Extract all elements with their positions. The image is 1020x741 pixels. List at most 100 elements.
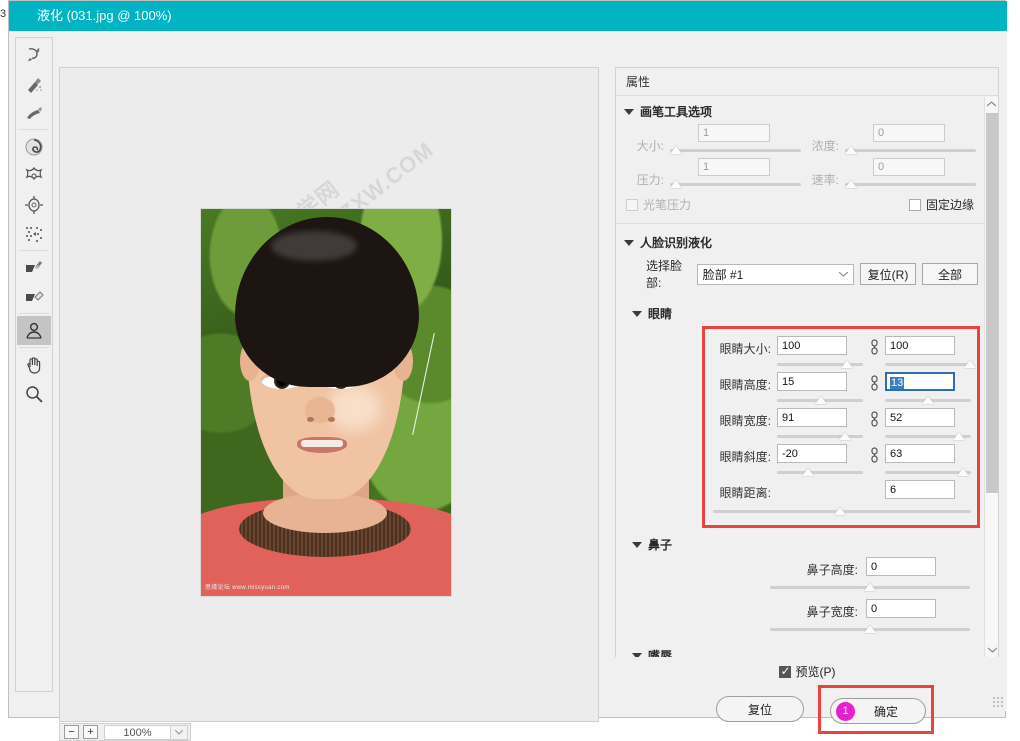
eyes-header[interactable]: 眼睛 [616,299,986,326]
slider-thumb[interactable] [864,583,876,591]
bloat-tool[interactable] [17,190,51,219]
resize-grip[interactable] [992,696,1004,708]
pucker-tool[interactable] [17,161,51,190]
zoom-out-button[interactable]: − [64,725,79,739]
eye-tilt-row: 眼睛斜度: -20 63 [705,444,977,480]
image-canvas[interactable]: 软件自学网 WWW.RJZXW.COM [59,67,599,722]
stylus-pressure-checkbox[interactable]: 光笔压力 [626,196,691,213]
eye-width-left-input[interactable]: 91 [777,408,847,427]
slider-thumb[interactable] [670,180,682,188]
slider-thumb[interactable] [952,432,965,440]
eye-width-link-icon[interactable] [863,408,885,427]
left-nostril [307,417,314,422]
eye-tilt-left-slider[interactable] [777,466,863,478]
brush-rate-input[interactable]: 0 [873,158,945,176]
eye-tilt-link-icon[interactable] [863,444,885,463]
properties-scrollbar[interactable] [984,97,998,657]
zoom-in-button[interactable]: + [83,725,98,739]
eye-size-left-slider[interactable] [777,358,863,370]
brush-size-slider[interactable] [670,144,801,156]
zoom-dropdown-button[interactable] [170,724,188,740]
eye-height-link-icon[interactable] [863,372,885,391]
reset-button[interactable]: 复位 [716,696,804,722]
nose-height-input[interactable]: 0 [866,557,936,576]
eye-tilt-right-slider[interactable] [885,466,971,478]
eye-height-right-value: 13 [890,377,905,389]
nose-width-input[interactable]: 0 [866,599,936,618]
eye-width-left-slider[interactable] [777,430,863,442]
face-all-button[interactable]: 全部 [922,263,978,285]
photo-preview[interactable]: 思缘论坛 www.missyuan.com [201,209,451,596]
eye-tilt-left-input[interactable]: -20 [777,444,847,463]
twirl-clockwise-tool[interactable] [17,132,51,161]
smooth-tool[interactable] [17,98,51,127]
select-face-dropdown[interactable]: 脸部 #1 [696,263,854,285]
zoom-tool[interactable] [17,379,51,408]
nose-header[interactable]: 鼻子 [616,528,986,557]
slider-thumb[interactable] [670,146,682,154]
slider-thumb[interactable] [921,396,934,404]
select-face-row: 选择脸部: 脸部 #1 复位(R) 全部 [616,255,986,299]
brush-rate-slider[interactable] [845,178,976,190]
canvas-background: 软件自学网 WWW.RJZXW.COM [60,68,598,721]
eye-width-right-input[interactable]: 52 [885,408,955,427]
slider-track [670,183,801,186]
slider-thumb[interactable] [957,468,970,476]
face-reset-button[interactable]: 复位(R) [860,263,916,285]
face-tool[interactable] [17,316,51,345]
push-left-tool[interactable] [17,219,51,248]
brush-pressure-input[interactable]: 1 [698,158,770,176]
brush-field-rate: 速率: 0 [801,158,976,192]
ok-button[interactable]: 1 确定 [830,698,926,724]
mouth-header[interactable]: 嘴唇 [616,641,986,657]
hand-tool[interactable] [17,350,51,379]
freeze-mask-tool[interactable] [17,253,51,282]
eye-height-left-input[interactable]: 15 [777,372,847,391]
collar-opening [263,493,387,533]
dialog-body: 软件自学网 WWW.RJZXW.COM [9,31,1007,741]
scroll-up-arrow[interactable] [985,97,998,111]
slider-thumb[interactable] [864,625,876,633]
eye-tilt-right-input[interactable]: 63 [885,444,955,463]
eye-height-right-input[interactable]: 13 [885,372,955,391]
slider-thumb[interactable] [845,180,857,188]
reconstruct-tool[interactable] [17,69,51,98]
slider-thumb[interactable] [838,432,851,440]
nose-height-label: 鼻子高度: [806,563,858,577]
slider-thumb[interactable] [845,146,857,154]
eye-size-left-input[interactable]: 100 [777,336,847,355]
zoom-level-value[interactable]: 100% [104,724,170,740]
slider-thumb[interactable] [964,360,977,368]
eye-distance-input[interactable]: 6 [885,480,955,499]
brush-size-input[interactable]: 1 [698,124,770,142]
brush-density-slider[interactable] [845,144,976,156]
slider-track [845,183,976,186]
face-aware-header[interactable]: 人脸识别液化 [616,228,986,255]
thaw-mask-tool[interactable] [17,282,51,311]
scrollbar-thumb[interactable] [986,113,998,493]
checkbox-box [908,198,921,211]
triangle-down-icon [632,652,642,657]
slider-thumb[interactable] [801,468,814,476]
slider-thumb[interactable] [814,396,827,404]
brush-pressure-slider[interactable] [670,178,801,190]
slider-thumb[interactable] [834,507,847,515]
eye-size-right-slider[interactable] [885,358,977,370]
eye-width-right-slider[interactable] [885,430,971,442]
eye-size-right-input[interactable]: 100 [885,336,955,355]
pin-edges-checkbox[interactable]: 固定边缘 [908,196,974,213]
slider-thumb[interactable] [840,360,853,368]
pin-edges-label: 固定边缘 [925,198,974,212]
nose-height-slider[interactable] [770,581,970,593]
eye-distance-slider[interactable] [713,505,971,517]
brush-options-header[interactable]: 画笔工具选项 [616,97,986,124]
forward-warp-tool[interactable] [17,40,51,69]
eye-size-link-icon[interactable] [863,336,885,355]
brush-density-input[interactable]: 0 [873,124,945,142]
hair-highlight [271,231,357,261]
nose-width-slider[interactable] [770,623,970,635]
eye-height-left-slider[interactable] [777,394,863,406]
eye-height-right-slider[interactable] [885,394,971,406]
scroll-down-arrow[interactable] [985,643,999,657]
preview-checkbox[interactable]: 预览(P) [778,663,836,680]
